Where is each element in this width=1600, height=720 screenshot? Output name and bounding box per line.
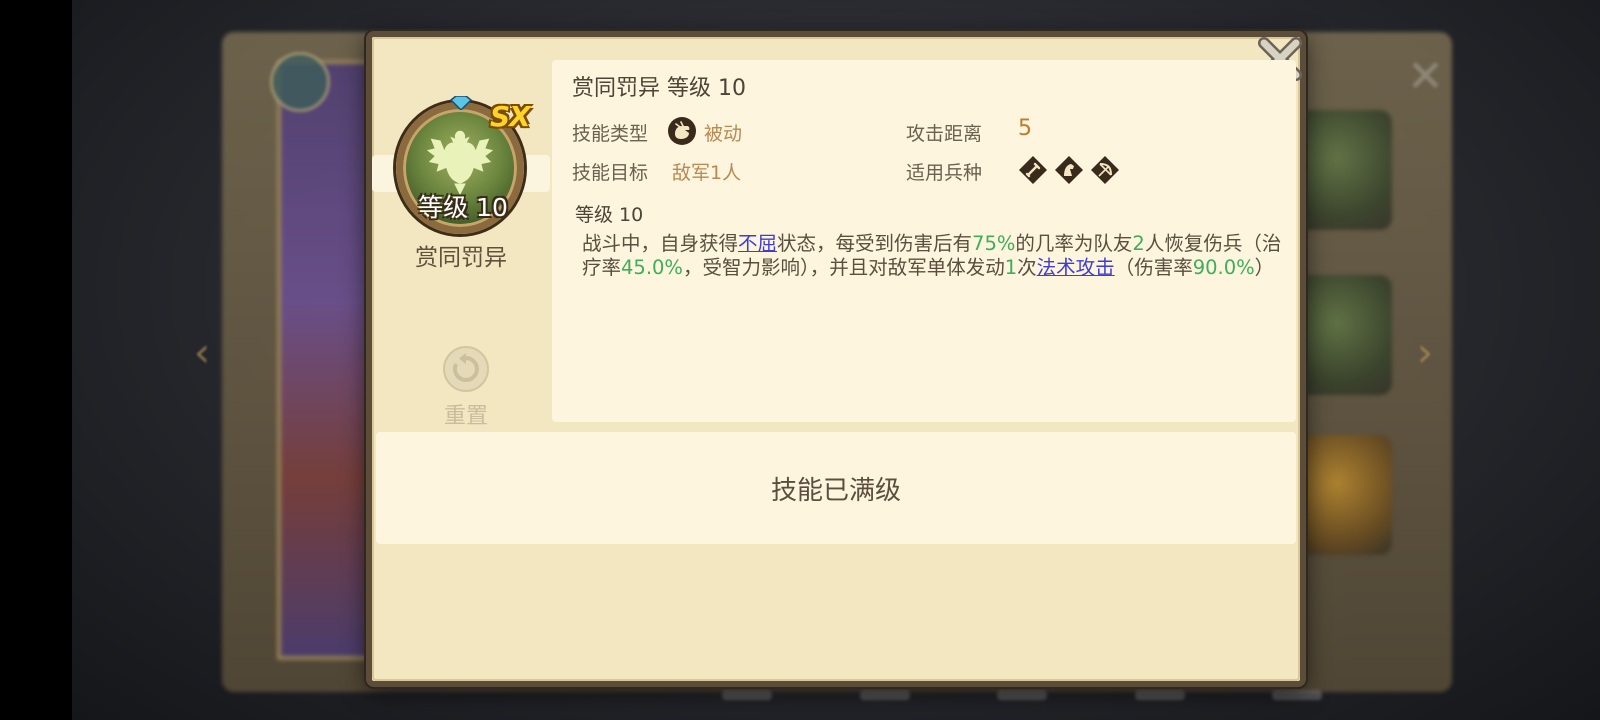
unyielding-status-link[interactable]: 不屈 (738, 232, 777, 255)
skill-name: 赏同罚异 (415, 245, 507, 271)
magic-attack-link[interactable]: 法术攻击 (1037, 256, 1115, 279)
right-arrow-icon: › (1417, 330, 1433, 376)
background-tabs (722, 690, 1322, 710)
skill-rank-badge: SX (490, 100, 531, 133)
skill-type-label: 技能类型 (572, 123, 649, 145)
reset-label: 重置 (443, 404, 488, 429)
skill-title-level: 等级 10 (667, 76, 747, 101)
skill-title: 赏同罚异 等级 10 (572, 70, 746, 102)
desc-text: ，受智力影响），并且对敌军单体发动 (682, 256, 1005, 279)
desc-text: 战斗中，自身获得 (582, 232, 739, 255)
desc-text: ） (1254, 256, 1275, 279)
troop-type-icons (1018, 155, 1120, 185)
cavalry-icon (1055, 156, 1083, 184)
skill-target-label: 技能目标 (572, 162, 649, 184)
background-close-icon: ✕ (1407, 51, 1444, 102)
description-level: 等级 10 (575, 204, 644, 226)
skill-icon-level: 等级 10 (418, 193, 508, 222)
desc-ally-count: 2 (1132, 232, 1145, 255)
troop-type-label: 适用兵种 (906, 162, 983, 184)
desc-text: （伤害率 (1114, 256, 1193, 279)
attack-range-label: 攻击距离 (906, 123, 983, 145)
helmet-icon (270, 52, 330, 112)
infantry-icon (1019, 156, 1047, 184)
skill-target-value: 敌军1人 (672, 162, 742, 184)
left-arrow-icon: ‹ (194, 330, 210, 376)
desc-text: 次 (1017, 256, 1037, 279)
desc-text: 的几率为队友 (1015, 232, 1133, 255)
max-level-text: 技能已满级 (770, 475, 901, 506)
desc-text: 状态，每受到伤害后有 (777, 232, 973, 255)
reset-button[interactable]: 重置 (430, 346, 502, 429)
max-level-box: 技能已满级 (376, 432, 1296, 544)
desc-chance-value: 75% (972, 232, 1016, 255)
skill-type-value: 被动 (704, 123, 743, 145)
gem-icon (450, 96, 472, 110)
desc-damage-rate: 90.0% (1192, 256, 1255, 279)
reset-icon (443, 346, 489, 392)
desc-attack-count: 1 (1004, 256, 1018, 279)
attack-range-value: 5 (1018, 116, 1032, 141)
desc-heal-rate: 45.0% (621, 256, 683, 279)
archer-icon (1091, 156, 1119, 184)
fist-icon (668, 117, 696, 145)
skill-title-name: 赏同罚异 (572, 76, 661, 101)
skill-description: 战斗中，自身获得不屈状态，每受到伤害后有75%的几率为队友2人恢复伤兵（治疗率4… (582, 232, 1282, 280)
